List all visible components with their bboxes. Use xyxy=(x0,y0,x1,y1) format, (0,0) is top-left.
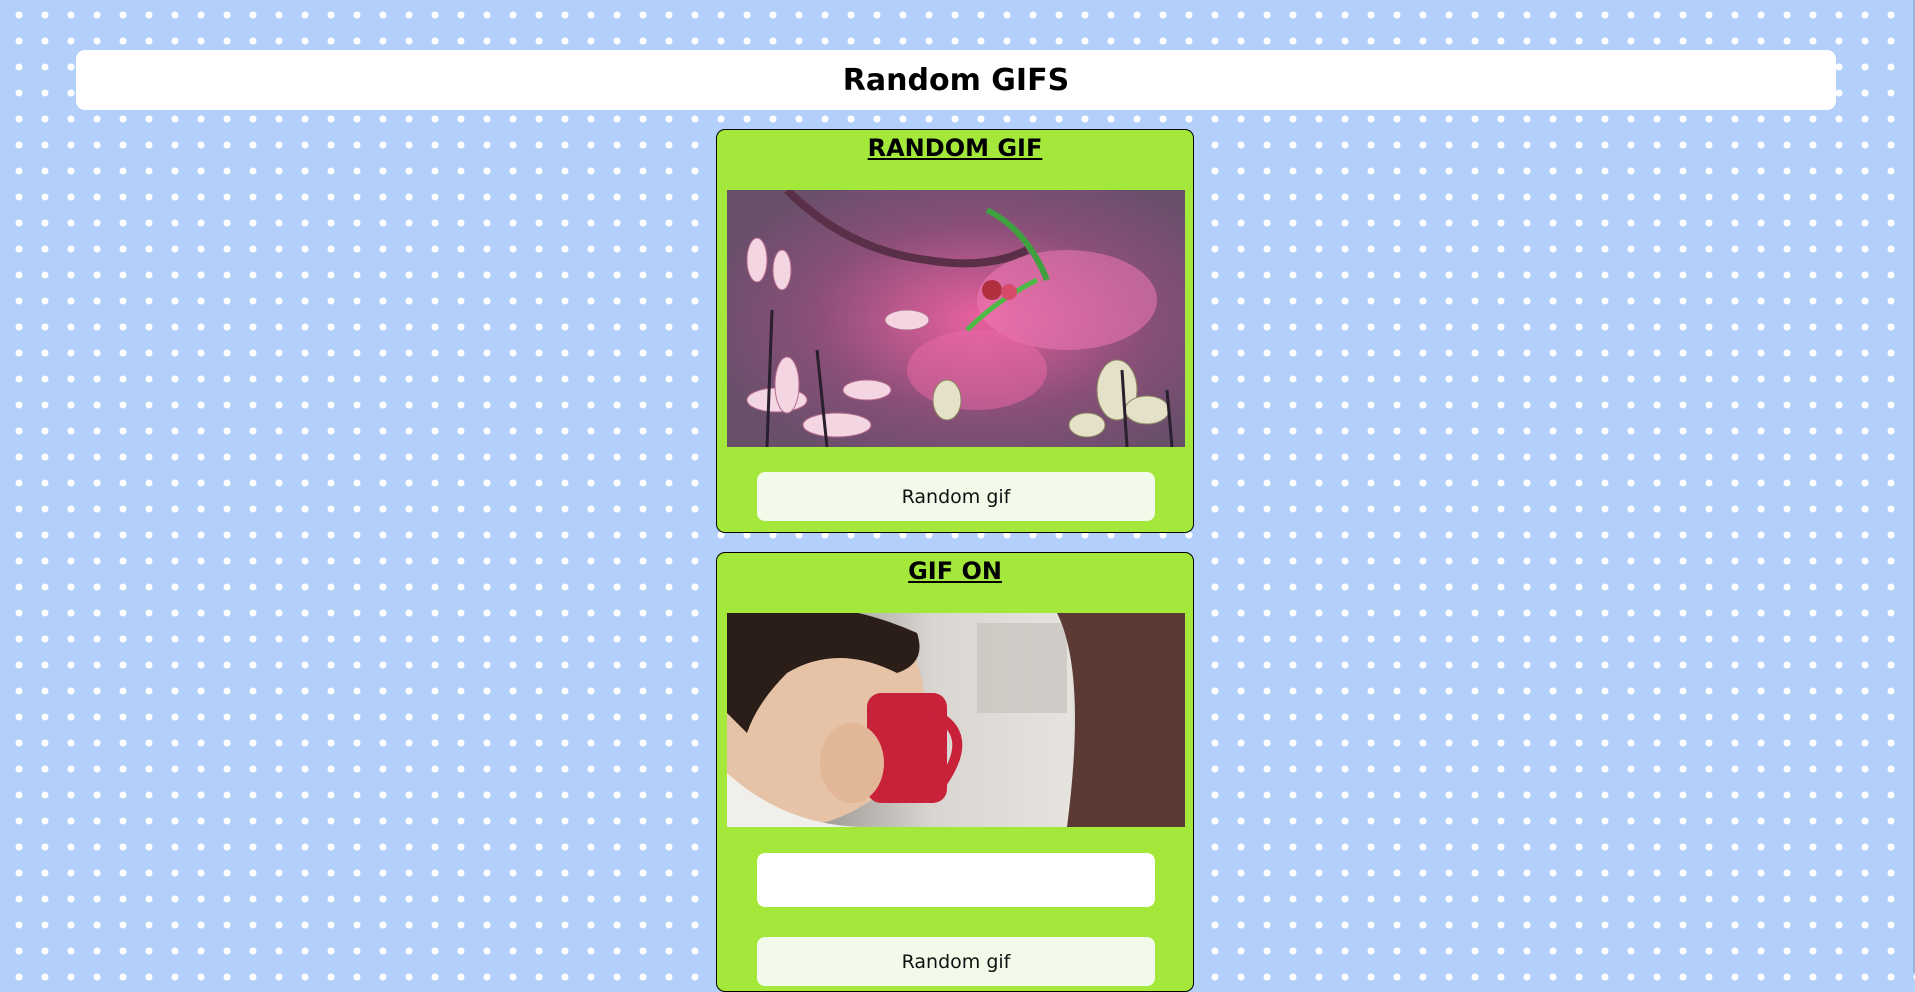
random-gif-card-title: RANDOM GIF xyxy=(867,134,1043,162)
tag-gif-card: GIF ON Random gif xyxy=(716,552,1194,992)
random-gif-button[interactable]: Random gif xyxy=(757,472,1155,521)
tag-search-input[interactable] xyxy=(757,853,1155,907)
tag-gif-card-title: GIF ON xyxy=(908,557,1002,585)
page-header: Random GIFS xyxy=(76,50,1836,110)
tag-random-gif-button[interactable]: Random gif xyxy=(757,937,1155,986)
random-gif-image xyxy=(727,190,1185,447)
tag-gif-image xyxy=(727,613,1185,827)
page-title: Random GIFS xyxy=(842,62,1070,98)
random-gif-card: RANDOM GIF Random gif xyxy=(716,129,1194,533)
